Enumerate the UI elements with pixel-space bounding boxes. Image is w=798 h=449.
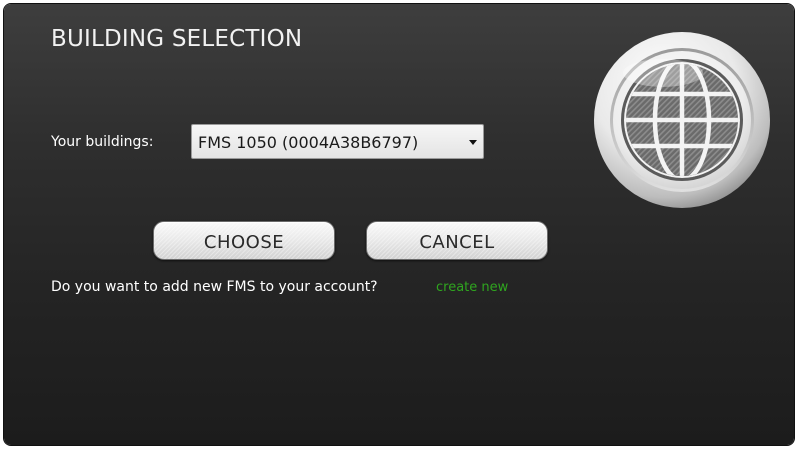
dialog-title: BUILDING SELECTION — [51, 26, 303, 52]
cancel-button[interactable]: CANCEL — [366, 221, 548, 260]
choose-button-label: CHOOSE — [203, 232, 285, 253]
chevron-down-icon — [469, 140, 477, 145]
building-selection-dialog: BUILDING SELECTION Your buildings: FMS 1… — [4, 4, 794, 445]
globe-icon — [593, 31, 771, 209]
buildings-select-value: FMS 1050 (0004A38B6797) — [198, 133, 419, 152]
create-new-link[interactable]: create new — [436, 280, 508, 295]
add-fms-question: Do you want to add new FMS to your accou… — [51, 279, 378, 295]
cancel-button-label: CANCEL — [419, 232, 495, 253]
choose-button[interactable]: CHOOSE — [153, 221, 335, 260]
buildings-label: Your buildings: — [51, 134, 154, 150]
buildings-select[interactable]: FMS 1050 (0004A38B6797) — [191, 124, 484, 159]
